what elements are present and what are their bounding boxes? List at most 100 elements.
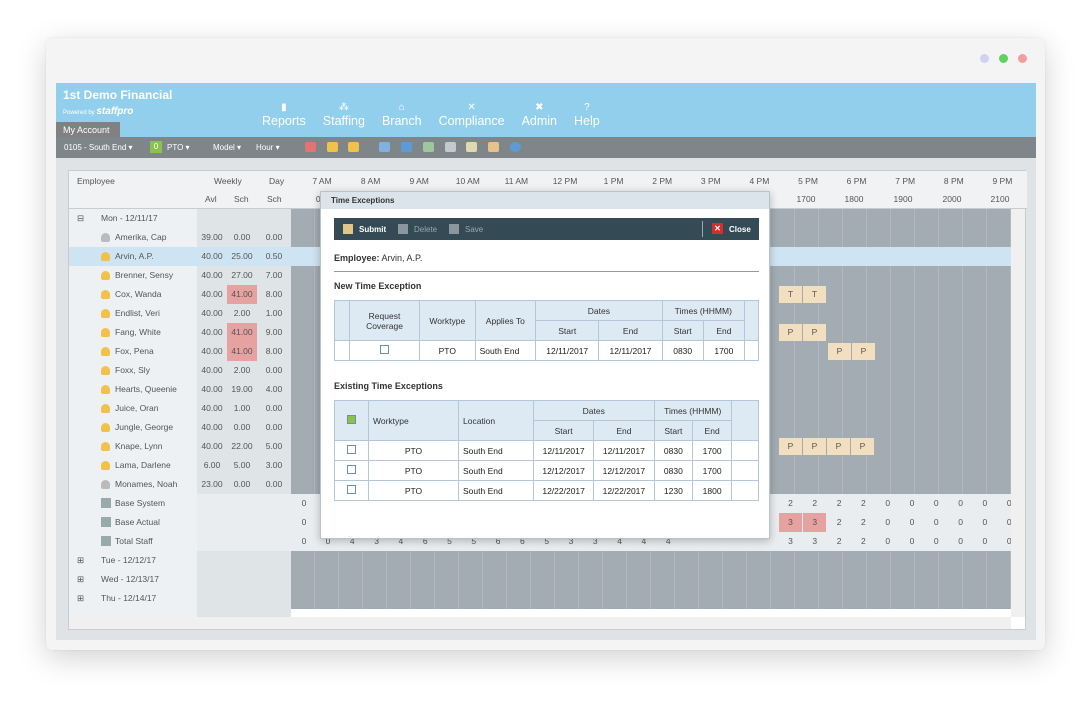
help-icon[interactable] (510, 142, 521, 152)
employee-name[interactable]: Jungle, George (115, 418, 173, 437)
user-icon (101, 347, 110, 356)
branch-select[interactable]: 0105 - South End ▾ (64, 143, 133, 152)
exception-row[interactable]: PTO South End 12/12/2017 12/12/2017 0830 1700 (334, 460, 759, 481)
nav-branch[interactable]: ⌂ Branch (382, 101, 422, 128)
employee-name[interactable]: Fox, Pena (115, 342, 154, 361)
exception-cell[interactable]: P (779, 438, 802, 455)
company-name: 1st Demo Financial (63, 88, 173, 102)
close-button[interactable]: Close (729, 225, 751, 234)
row-checkbox[interactable] (334, 480, 369, 501)
employee-name[interactable]: Amerika, Cap (115, 228, 167, 247)
exception-cell[interactable]: P (828, 343, 851, 360)
existing-exceptions-title: Existing Time Exceptions (334, 381, 443, 391)
cell-ds: 12/22/2017 (532, 480, 595, 501)
nav-admin[interactable]: ✖ Admin (522, 101, 557, 128)
col-location: Location (458, 400, 534, 441)
type-select[interactable]: PTO ▾ (167, 143, 190, 152)
day-group-mon[interactable]: ⊟ (77, 209, 84, 228)
cell-te: 1700 (692, 460, 732, 481)
notes-icon[interactable] (466, 142, 477, 152)
request-coverage-checkbox[interactable] (349, 340, 420, 361)
employee-name[interactable]: Fang, White (115, 323, 161, 342)
user-icon (101, 404, 110, 413)
exception-cell[interactable]: P (803, 438, 826, 455)
hour-header: 7 AM (312, 176, 332, 186)
select-all-checkbox[interactable] (334, 400, 369, 441)
worktype-cell[interactable]: PTO (419, 340, 476, 361)
employee-name[interactable]: Hearts, Queenie (115, 380, 177, 399)
col-times: Times (HHMM) (653, 400, 732, 421)
maximize-dot[interactable] (999, 54, 1008, 63)
vertical-scrollbar[interactable] (1011, 209, 1025, 617)
horizontal-scrollbar[interactable] (69, 617, 1011, 629)
exception-row[interactable]: PTO South End 12/22/2017 12/22/2017 1230 1800 (334, 480, 759, 501)
exception-cell[interactable]: P (851, 438, 874, 455)
day-group-expand[interactable]: ⊞ (77, 570, 84, 589)
exception-cell[interactable]: T (779, 286, 802, 303)
app-header: 1st Demo Financial Powered by staffpro M… (56, 83, 1036, 137)
hour-header: 4 PM (749, 176, 770, 186)
remove-user-icon[interactable] (348, 142, 359, 152)
hour-header: 9 AM (409, 176, 429, 186)
checkbox[interactable] (347, 465, 356, 474)
submit-button[interactable]: Submit (359, 225, 386, 234)
close-dot[interactable] (1018, 54, 1027, 63)
model-select[interactable]: Model ▾ (213, 143, 241, 152)
applies-to-cell[interactable]: South End (474, 340, 537, 361)
save-button[interactable]: Save (465, 225, 483, 234)
time-start-cell[interactable]: 0830 (661, 340, 704, 361)
nav-help[interactable]: ? Help (574, 101, 600, 128)
delete-button[interactable]: Delete (414, 225, 437, 234)
employee-name[interactable]: Endlist, Veri (115, 304, 160, 323)
nav-compliance[interactable]: ✕ Compliance (439, 101, 505, 128)
row-checkbox[interactable] (334, 460, 369, 481)
hour-header: 8 AM (360, 176, 381, 186)
cell-ts: 0830 (653, 440, 694, 461)
row-checkbox[interactable] (334, 440, 369, 461)
employee-name[interactable]: Brenner, Sensy (115, 266, 173, 285)
exception-cell[interactable]: P (803, 324, 826, 341)
hour-header: 10 AM (455, 176, 480, 186)
date-start-cell[interactable]: 12/11/2017 (535, 340, 600, 361)
employee-name[interactable]: Arvin, A.P. (115, 247, 154, 266)
day-group-expand[interactable]: ⊞ (77, 551, 84, 570)
employee-name[interactable]: Lama, Darlene (115, 456, 171, 475)
calendar-icon[interactable] (305, 142, 316, 152)
exception-cell[interactable]: P (827, 438, 850, 455)
exception-cell[interactable]: P (852, 343, 875, 360)
time-end-cell[interactable]: 1700 (702, 340, 746, 361)
date-end-cell[interactable]: 12/11/2017 (598, 340, 663, 361)
grid-icon[interactable] (423, 142, 434, 152)
checkbox[interactable] (347, 445, 356, 454)
day-group-expand[interactable]: ⊞ (77, 589, 84, 608)
nav-staffing[interactable]: ⁂ Staffing (323, 101, 365, 128)
exception-row[interactable]: PTO South End 12/11/2017 12/11/2017 0830 1700 (334, 440, 759, 461)
book-icon[interactable] (488, 142, 499, 152)
employee-name[interactable]: Knape, Lynn (115, 437, 162, 456)
user-icon (101, 385, 110, 394)
stats-value: 0 (933, 517, 939, 527)
add-user-icon[interactable] (327, 142, 338, 152)
stats-name: Base System (115, 498, 166, 508)
checkbox[interactable] (347, 485, 356, 494)
minimize-dot[interactable] (980, 54, 989, 63)
cell-location: South End (458, 460, 534, 481)
print-icon[interactable] (445, 142, 456, 152)
nav-reports[interactable]: ▮ Reports (262, 101, 306, 128)
employee-name[interactable]: Cox, Wanda (115, 285, 161, 304)
avl-value: 40.00 (201, 270, 223, 280)
spacer-cell (334, 300, 350, 341)
hour-header: 1 PM (603, 176, 624, 186)
undo-icon[interactable] (401, 142, 412, 152)
day-sch-value: 0.00 (265, 232, 283, 242)
employee-name[interactable]: Foxx, Sly (115, 361, 150, 380)
employee-name[interactable]: Monames, Noah (115, 475, 177, 494)
exception-cell[interactable]: P (779, 324, 802, 341)
hour-header: 3 PM (700, 176, 721, 186)
employee-name[interactable]: Juice, Oran (115, 399, 158, 418)
save-icon[interactable] (379, 142, 390, 152)
view-select[interactable]: Hour ▾ (256, 143, 280, 152)
sch-value: 1.00 (233, 403, 251, 413)
my-account-tab[interactable]: My Account (56, 122, 120, 137)
exception-cell[interactable]: T (803, 286, 826, 303)
